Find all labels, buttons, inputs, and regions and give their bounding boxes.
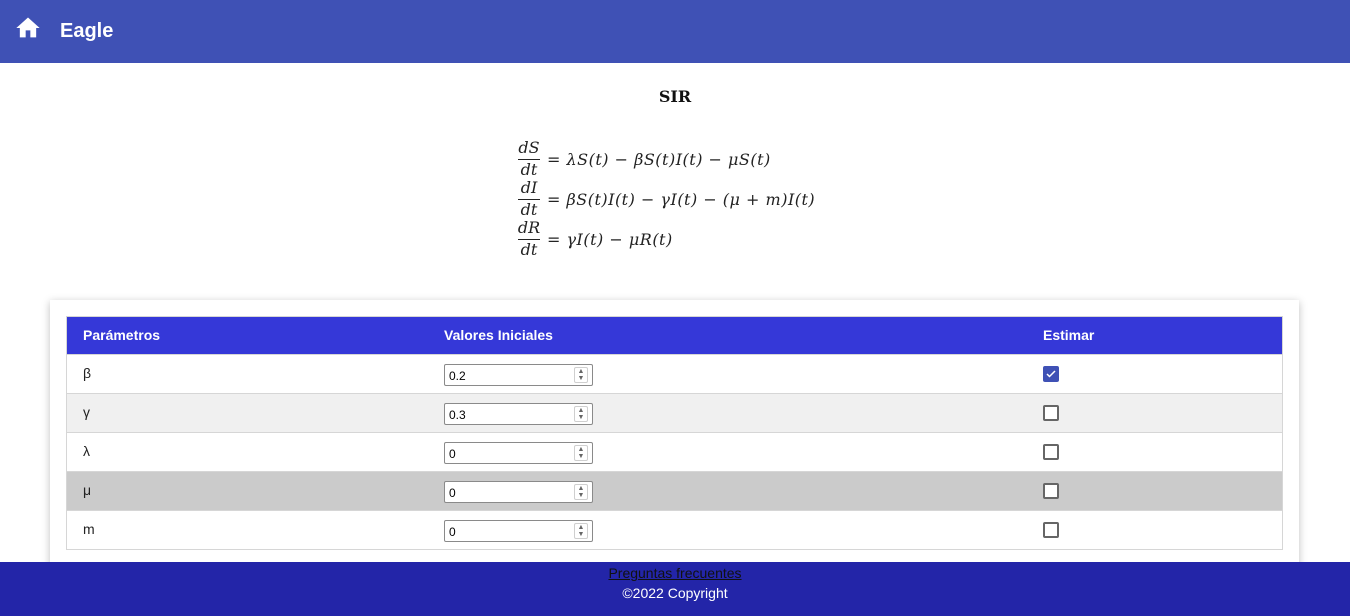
- input-value: 0: [449, 525, 456, 539]
- app-bar: Eagle: [0, 0, 1350, 63]
- fraction-numerator: dR: [517, 218, 541, 237]
- estimate-checkbox[interactable]: [1043, 366, 1059, 382]
- spinner[interactable]: ▲ ▼: [574, 523, 588, 539]
- footer: Preguntas frecuentes ©2022 Copyright: [0, 562, 1350, 616]
- parameters-table: Parámetros Valores Iniciales Estimar β 0…: [66, 316, 1283, 550]
- param-name: m: [83, 521, 95, 537]
- fraction-numerator: dS: [518, 138, 540, 157]
- chevron-down-icon[interactable]: ▼: [575, 414, 587, 421]
- param-name: μ: [83, 482, 92, 498]
- header-parametros: Parámetros: [83, 327, 161, 343]
- faq-link[interactable]: Preguntas frecuentes: [608, 565, 741, 581]
- app-title: Eagle: [60, 20, 114, 42]
- chevron-down-icon[interactable]: ▼: [575, 453, 587, 460]
- header-estimar: Estimar: [1043, 327, 1095, 343]
- equation-rhs: = βS(t)I(t) − γI(t) − (μ + m)I(t): [547, 190, 816, 209]
- faq-link-wrapper: Preguntas frecuentes: [0, 565, 1350, 581]
- model-title: SIR: [658, 87, 692, 106]
- copyright-text: ©2022 Copyright: [622, 585, 728, 601]
- estimate-checkbox[interactable]: [1043, 522, 1059, 538]
- spinner[interactable]: ▲ ▼: [574, 445, 588, 461]
- fraction-numerator: dI: [520, 178, 538, 197]
- param-name: β: [83, 365, 92, 381]
- spinner[interactable]: ▲ ▼: [574, 406, 588, 422]
- table-row: β 0.2 ▲ ▼: [67, 354, 1282, 393]
- initial-value-input[interactable]: 0.3 ▲ ▼: [444, 403, 593, 425]
- chevron-up-icon[interactable]: ▲: [575, 368, 587, 375]
- param-name: λ: [83, 443, 90, 459]
- chevron-down-icon[interactable]: ▼: [575, 492, 587, 499]
- table-row: γ 0.3 ▲ ▼: [67, 393, 1282, 432]
- spinner[interactable]: ▲ ▼: [574, 484, 588, 500]
- table-row: λ 0 ▲ ▼: [67, 432, 1282, 471]
- chevron-down-icon[interactable]: ▼: [575, 375, 587, 382]
- initial-value-input[interactable]: 0 ▲ ▼: [444, 442, 593, 464]
- chevron-up-icon[interactable]: ▲: [575, 407, 587, 414]
- header-valores-iniciales: Valores Iniciales: [444, 327, 553, 343]
- chevron-down-icon[interactable]: ▼: [575, 531, 587, 538]
- fraction-denominator: dt: [520, 160, 538, 179]
- spinner[interactable]: ▲ ▼: [574, 367, 588, 383]
- parameters-card: Parámetros Valores Iniciales Estimar β 0…: [50, 300, 1299, 570]
- estimate-checkbox[interactable]: [1043, 483, 1059, 499]
- initial-value-input[interactable]: 0 ▲ ▼: [444, 520, 593, 542]
- table-row: m 0 ▲ ▼: [67, 510, 1282, 549]
- input-value: 0: [449, 447, 456, 461]
- equation-rhs: = γI(t) − μR(t): [547, 230, 673, 249]
- equation-rhs: = λS(t) − βS(t)I(t) − μS(t): [547, 150, 771, 169]
- input-value: 0.3: [449, 408, 466, 422]
- initial-value-input[interactable]: 0 ▲ ▼: [444, 481, 593, 503]
- estimate-checkbox[interactable]: [1043, 444, 1059, 460]
- fraction-denominator: dt: [520, 200, 538, 219]
- table-row: μ 0 ▲ ▼: [67, 471, 1282, 510]
- table-header: Parámetros Valores Iniciales Estimar: [67, 317, 1282, 354]
- home-icon[interactable]: [14, 14, 42, 42]
- param-name: γ: [83, 404, 90, 420]
- fraction-denominator: dt: [520, 240, 538, 259]
- input-value: 0: [449, 486, 456, 500]
- chevron-up-icon[interactable]: ▲: [575, 524, 587, 531]
- estimate-checkbox[interactable]: [1043, 405, 1059, 421]
- chevron-up-icon[interactable]: ▲: [575, 446, 587, 453]
- initial-value-input[interactable]: 0.2 ▲ ▼: [444, 364, 593, 386]
- chevron-up-icon[interactable]: ▲: [575, 485, 587, 492]
- input-value: 0.2: [449, 369, 466, 383]
